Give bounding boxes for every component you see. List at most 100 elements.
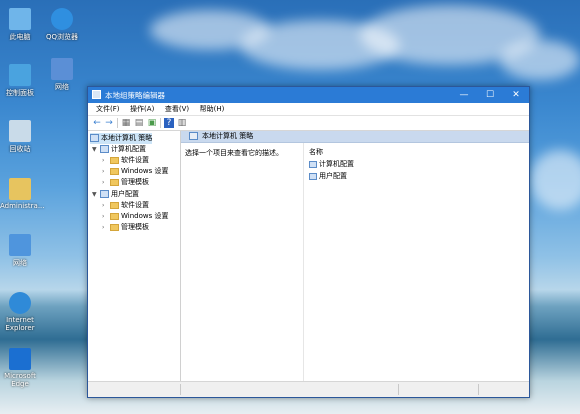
- tree-computer-config[interactable]: ▼ 计算机配置: [92, 144, 146, 155]
- desktop-icon-this-pc[interactable]: 此电脑: [0, 8, 40, 42]
- tree-node-label: 软件设置: [121, 201, 149, 209]
- group-policy-editor-window: 本地组策略编辑器 — ☐ ✕ 文件(F) 操作(A) 查看(V) 帮助(H) ←…: [87, 86, 530, 398]
- expand-arrow-icon[interactable]: ▼: [92, 191, 100, 198]
- desktop-icon-control-panel[interactable]: 控制面板: [0, 64, 40, 98]
- collapse-arrow-icon[interactable]: ›: [102, 202, 110, 209]
- desktop-icon-network[interactable]: 网络: [42, 58, 82, 92]
- desktop-icon-user-folder[interactable]: Administra...: [0, 178, 45, 210]
- pane-splitter[interactable]: [303, 143, 304, 381]
- collapse-arrow-icon[interactable]: ›: [102, 224, 110, 231]
- menu-action[interactable]: 操作(A): [126, 103, 158, 115]
- folder-icon: [110, 212, 119, 220]
- tree-user-software[interactable]: › 软件设置: [102, 200, 149, 211]
- show-hide-tree-icon[interactable]: ▦: [121, 118, 131, 128]
- network-icon: [51, 58, 73, 80]
- computer-icon: [9, 8, 31, 30]
- tree-user-config[interactable]: ▼ 用户配置: [92, 189, 139, 200]
- export-list-icon[interactable]: ▣: [147, 118, 157, 128]
- help-icon[interactable]: ?: [164, 118, 174, 128]
- app-icon: [92, 90, 101, 99]
- desktop-icon-label: 网络: [13, 259, 27, 267]
- expand-arrow-icon[interactable]: ▼: [92, 146, 100, 153]
- desktop-icon-label: Microsoft Edge: [4, 372, 36, 388]
- browser-icon: [51, 8, 73, 30]
- status-divider: [398, 384, 399, 395]
- close-button[interactable]: ✕: [503, 87, 529, 103]
- content-header-label: 本地计算机 策略: [202, 132, 254, 140]
- user-config-icon: [309, 172, 317, 180]
- description-text: 选择一个项目来查看它的描述。: [185, 149, 283, 157]
- folder-icon: [110, 156, 119, 164]
- status-divider: [478, 384, 479, 395]
- user-config-icon: [100, 190, 109, 198]
- edge-icon: [9, 348, 31, 370]
- minimize-button[interactable]: —: [451, 87, 477, 103]
- collapse-arrow-icon[interactable]: ›: [102, 157, 110, 164]
- list-item-computer-config[interactable]: 计算机配置: [309, 159, 354, 169]
- view-icon[interactable]: ▥: [177, 118, 187, 128]
- network-icon: [9, 234, 31, 256]
- desktop-icon-label: 控制面板: [6, 89, 34, 97]
- collapse-arrow-icon[interactable]: ›: [102, 179, 110, 186]
- forward-icon[interactable]: →: [104, 118, 114, 128]
- list-item-label: 计算机配置: [319, 160, 354, 168]
- tree-root[interactable]: 本地计算机 策略: [90, 133, 153, 144]
- tree-user-admin[interactable]: › 管理模板: [102, 222, 149, 233]
- content-header: 本地计算机 策略: [181, 131, 529, 143]
- list-item-user-config[interactable]: 用户配置: [309, 171, 347, 181]
- policy-icon: [189, 132, 198, 140]
- desktop-icon-recycle-bin[interactable]: 回收站: [0, 120, 40, 154]
- folder-icon: [9, 178, 31, 200]
- computer-config-icon: [100, 145, 109, 153]
- toolbar-separator: [117, 118, 118, 128]
- properties-icon[interactable]: ▤: [134, 118, 144, 128]
- desktop-icon-label: 回收站: [9, 145, 31, 153]
- menu-file[interactable]: 文件(F): [92, 103, 124, 115]
- maximize-button[interactable]: ☐: [477, 87, 503, 103]
- list-item-label: 用户配置: [319, 172, 347, 180]
- tree-computer-software[interactable]: › 软件设置: [102, 155, 149, 166]
- back-icon[interactable]: ←: [92, 118, 102, 128]
- collapse-arrow-icon[interactable]: ›: [102, 168, 110, 175]
- cloud: [500, 40, 580, 80]
- tree-node-label: 计算机配置: [111, 145, 146, 153]
- folder-icon: [110, 201, 119, 209]
- tree-node-label: 用户配置: [111, 190, 139, 198]
- toolbar: ← → ▦ ▤ ▣ ? ▥: [88, 116, 529, 131]
- tree-node-label: 管理模板: [121, 178, 149, 186]
- main-panes: 本地计算机 策略 ▼ 计算机配置 › 软件设置 › Windows 设置 › 管理模板 …: [88, 131, 529, 397]
- window-title: 本地组策略编辑器: [105, 91, 165, 100]
- folder-icon: [110, 167, 119, 175]
- title-bar[interactable]: 本地组策略编辑器 — ☐ ✕: [88, 87, 529, 103]
- computer-config-icon: [309, 160, 317, 168]
- tree-node-label: Windows 设置: [121, 167, 169, 175]
- tree-node-label: 管理模板: [121, 223, 149, 231]
- desktop-icon-label: QQ浏览器: [45, 33, 79, 41]
- desktop-icon-label: Administra...: [0, 202, 45, 210]
- collapse-arrow-icon[interactable]: ›: [102, 213, 110, 220]
- menu-help[interactable]: 帮助(H): [196, 103, 229, 115]
- tree-computer-windows[interactable]: › Windows 设置: [102, 166, 168, 177]
- desktop-icon-network-2[interactable]: 网络: [0, 234, 40, 268]
- policy-icon: [90, 134, 99, 142]
- desktop-icon-label: Internet Explorer: [5, 316, 35, 332]
- status-divider: [180, 384, 181, 395]
- desktop-icon-edge[interactable]: Microsoft Edge: [0, 348, 40, 388]
- desktop-icon-qq-browser[interactable]: QQ浏览器: [42, 8, 82, 42]
- menu-view[interactable]: 查看(V): [161, 103, 193, 115]
- tree-root-label: 本地计算机 策略: [101, 134, 153, 142]
- column-header-name[interactable]: 名称: [309, 147, 323, 157]
- folder-icon: [110, 178, 119, 186]
- navigation-tree: 本地计算机 策略 ▼ 计算机配置 › 软件设置 › Windows 设置 › 管理模板 …: [88, 131, 181, 381]
- desktop-icon-label: 网络: [55, 83, 69, 91]
- desktop-icon-internet-explorer[interactable]: Internet Explorer: [0, 292, 40, 332]
- folder-icon: [110, 223, 119, 231]
- content-pane: 本地计算机 策略 选择一个项目来查看它的描述。 名称 计算机配置 用户配置: [181, 131, 529, 381]
- toolbar-separator: [160, 118, 161, 128]
- tree-user-windows[interactable]: › Windows 设置: [102, 211, 168, 222]
- cloud: [530, 150, 580, 210]
- tree-node-label: 软件设置: [121, 156, 149, 164]
- tree-computer-admin[interactable]: › 管理模板: [102, 177, 149, 188]
- recycle-bin-icon: [9, 120, 31, 142]
- status-bar: [88, 381, 529, 397]
